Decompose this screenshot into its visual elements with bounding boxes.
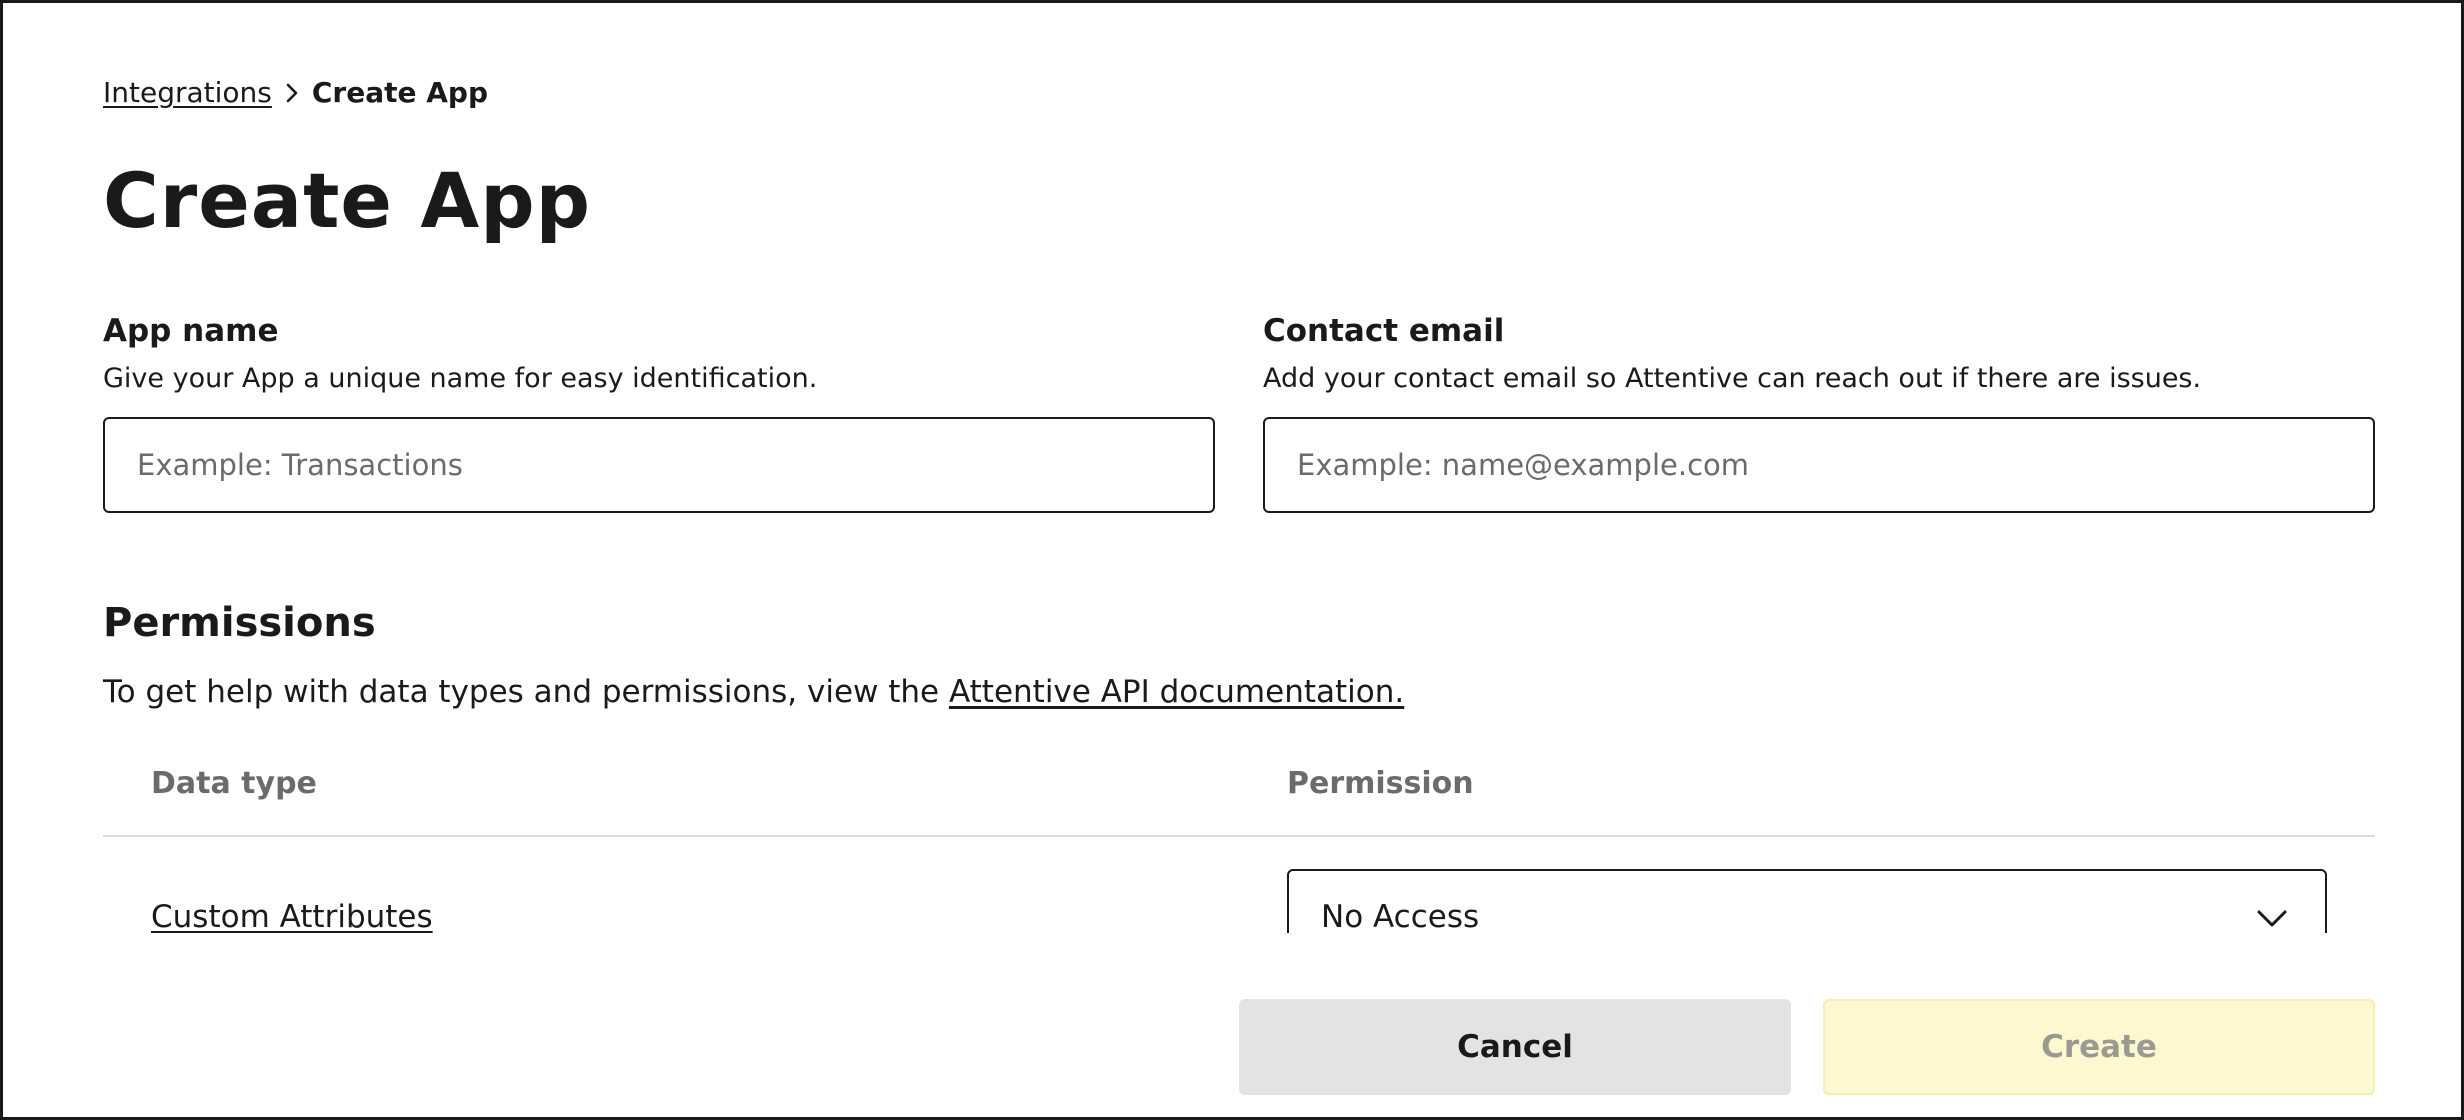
breadcrumb: Integrations Create App [103,75,488,111]
permissions-title: Permissions [103,600,376,646]
breadcrumb-current: Create App [311,76,488,109]
chevron-right-icon [272,82,312,104]
permission-select-value: No Access [1321,899,1480,935]
breadcrumb-link-integrations[interactable]: Integrations [103,75,272,111]
contact-email-field: Contact email Add your contact email so … [1263,311,2375,513]
contact-email-label: Contact email [1263,313,1505,349]
data-type-link-custom-attributes[interactable]: Custom Attributes [151,897,433,933]
app-name-help: Give your App a unique name for easy ide… [103,363,818,394]
permissions-help: To get help with data types and permissi… [103,671,1404,713]
app-name-input[interactable] [103,417,1215,513]
chevron-down-icon [2255,901,2289,933]
permissions-help-text: To get help with data types and permissi… [103,674,949,710]
app-name-label: App name [103,313,279,349]
contact-email-input[interactable] [1263,417,2375,513]
contact-email-help: Add your contact email so Attentive can … [1263,363,2202,394]
permissions-table-body[interactable]: Custom Attributes No Access [103,837,2375,935]
column-header-permission: Permission [1287,766,1474,801]
page-title: Create App [103,156,592,245]
create-button[interactable]: Create [1823,999,2375,1095]
cancel-button[interactable]: Cancel [1239,999,1791,1095]
form-footer: Cancel Create [3,933,2461,1117]
permission-select[interactable]: No Access [1287,869,2327,935]
create-app-page: Integrations Create App Create App App n… [0,0,2464,1120]
permissions-table-header: Data type Permission [103,763,2375,837]
app-name-field: App name Give your App a unique name for… [103,311,1215,513]
column-header-data-type: Data type [151,766,317,801]
api-documentation-link[interactable]: Attentive API documentation. [949,674,1404,710]
